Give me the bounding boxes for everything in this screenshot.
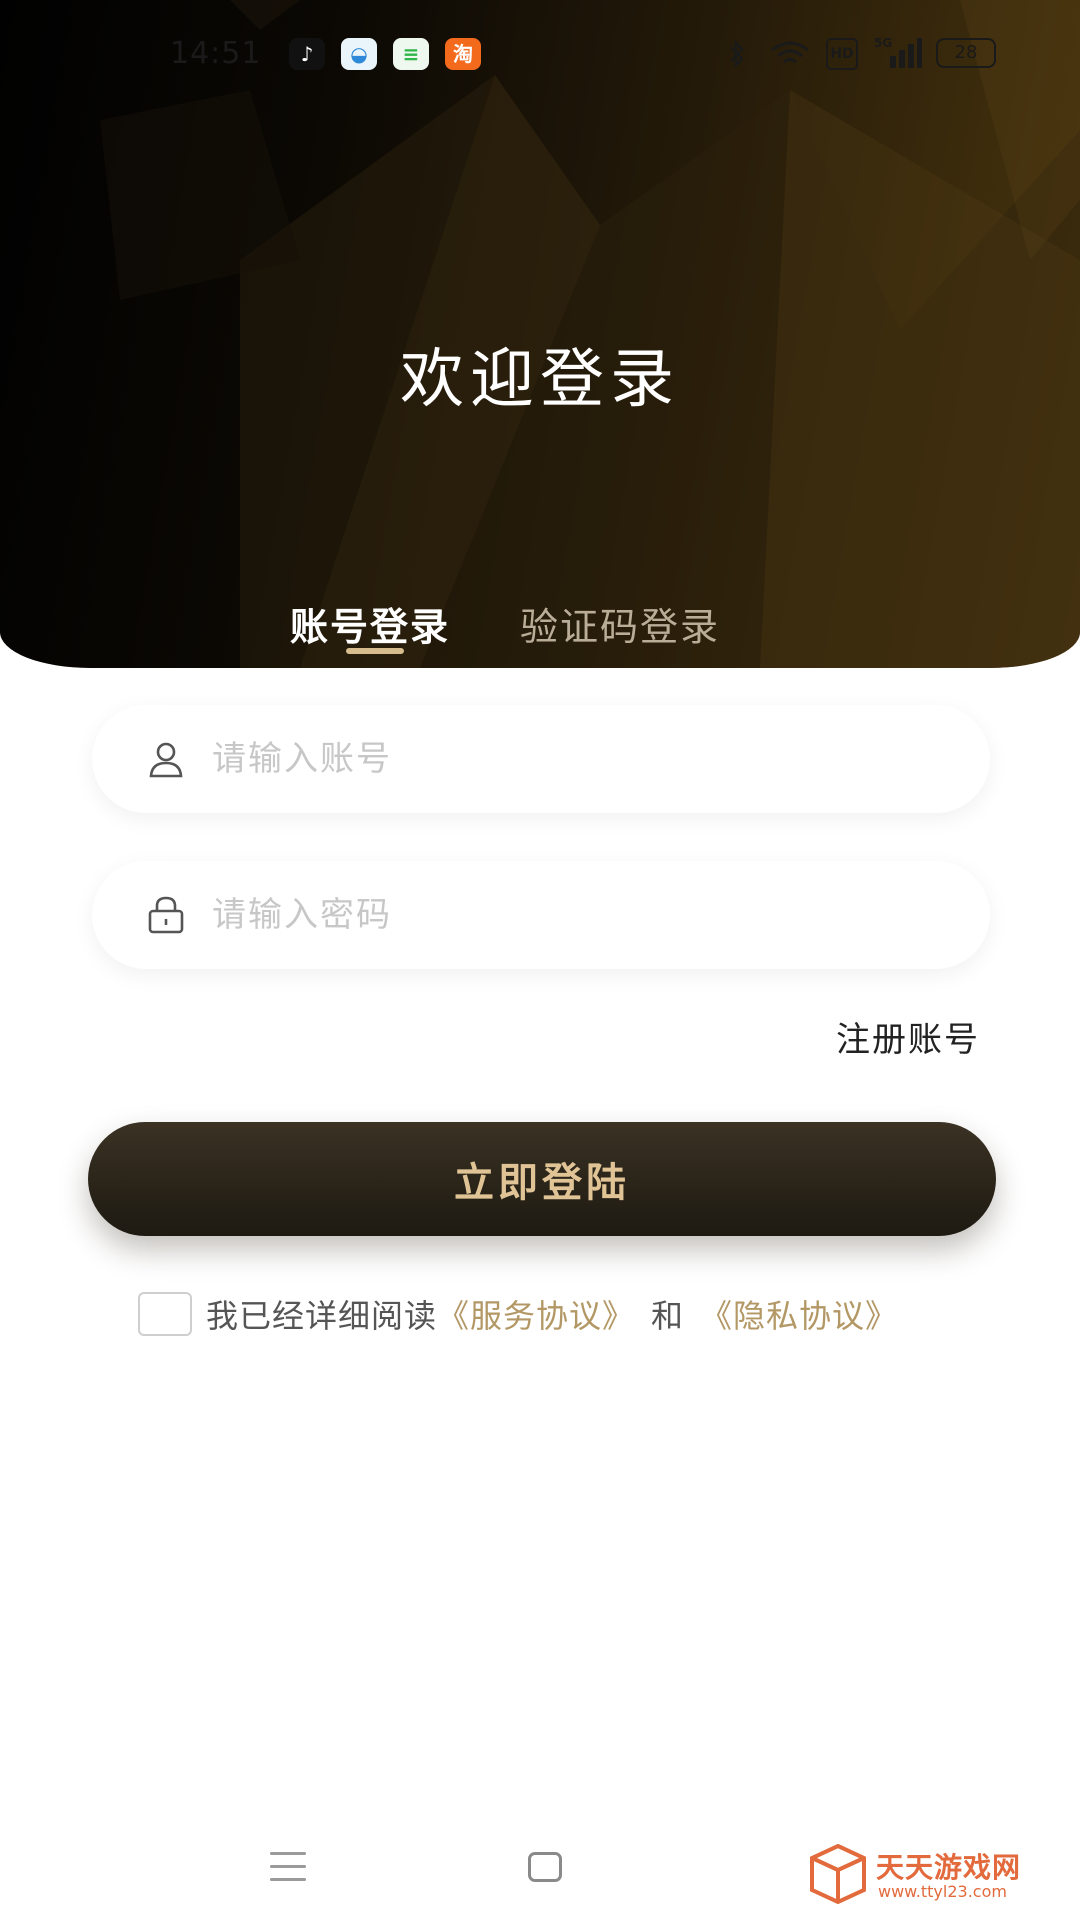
- account-input[interactable]: [212, 725, 952, 793]
- watermark-title: 天天游戏网: [876, 1851, 1022, 1884]
- watermark-url: www.ttyl23.com: [878, 1882, 1007, 1901]
- password-field[interactable]: [92, 861, 990, 969]
- browser-icon: ◒: [341, 38, 377, 70]
- watermark-logo-icon: [810, 1844, 866, 1904]
- agreement-conjunction: 和: [651, 1297, 685, 1335]
- tiktok-icon: ♪: [289, 38, 325, 70]
- user-icon: [149, 742, 183, 778]
- register-link[interactable]: 注册账号: [836, 1012, 980, 1061]
- tab-account-login[interactable]: 账号登录: [290, 596, 450, 651]
- watermark: 天天游戏网 www.ttyl23.com: [808, 1844, 1048, 1904]
- page-title: 欢迎登录: [400, 343, 680, 417]
- login-button[interactable]: 立即登陆: [88, 1122, 996, 1236]
- agreement-checkbox[interactable]: [138, 1292, 192, 1336]
- tab-code-login[interactable]: 验证码登录: [520, 596, 720, 651]
- chat-icon: ≡: [393, 38, 429, 70]
- taobao-icon: 淘: [445, 38, 481, 70]
- account-field[interactable]: [92, 705, 990, 813]
- signal-icon: [890, 38, 922, 68]
- agreement-prefix: 我已经详细阅读: [206, 1297, 438, 1335]
- bluetooth-icon: [730, 40, 744, 68]
- hd-badge: HD: [826, 38, 858, 70]
- privacy-agreement-link[interactable]: 《隐私协议》: [700, 1291, 898, 1337]
- status-bar: 14:51 ♪ ◒ ≡ 淘 HD 5G 28: [0, 0, 1080, 110]
- nav-menu-button[interactable]: [270, 1852, 306, 1882]
- status-time: 14:51: [170, 36, 262, 71]
- nav-home-button[interactable]: [528, 1852, 562, 1882]
- tab-active-indicator: [346, 648, 404, 654]
- wifi-icon: [771, 41, 809, 64]
- password-input[interactable]: [212, 881, 952, 949]
- service-agreement-link[interactable]: 《服务协议》: [437, 1291, 635, 1337]
- lock-icon: [148, 896, 184, 934]
- login-header: 14:51 ♪ ◒ ≡ 淘 HD 5G 28 欢迎登录 账号登录 验证码登录: [0, 0, 1080, 668]
- battery-icon: 28: [936, 38, 996, 68]
- agreement-row: 我已经详细阅读 《服务协议》 和 《隐私协议》: [138, 1292, 898, 1336]
